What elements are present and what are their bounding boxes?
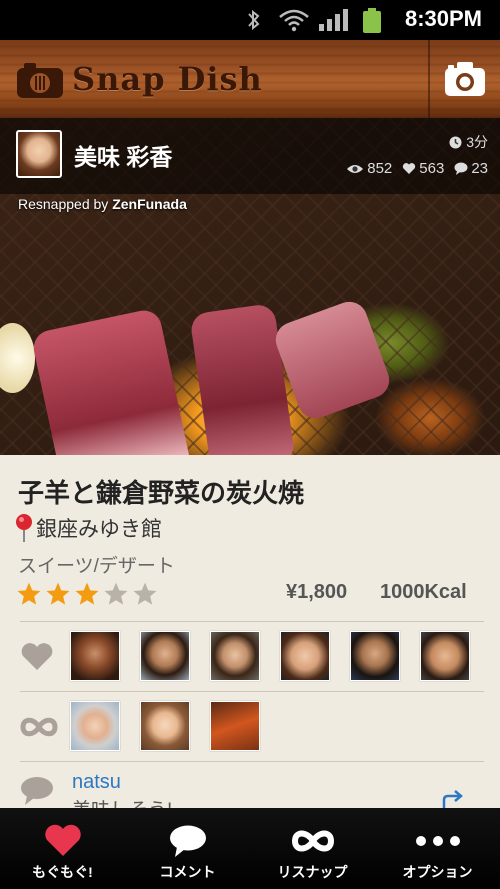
heart-small-icon: [403, 163, 416, 174]
liker-avatar[interactable]: [420, 631, 470, 681]
likers-row: [20, 621, 484, 691]
dish-title: 子羊と鎌倉野菜の炭火焼: [18, 478, 305, 508]
liker-avatar[interactable]: [280, 631, 330, 681]
clock-icon: [449, 136, 462, 148]
resnappers-row: [20, 691, 484, 761]
star-filled-icon: [46, 582, 70, 605]
signal-icon: [319, 9, 348, 31]
dish-place[interactable]: 銀座みゆき館: [14, 513, 162, 543]
star-empty-icon: [133, 582, 157, 605]
tab-options-label: オプション: [402, 864, 473, 880]
comments-stat: 23: [454, 160, 488, 177]
app-title: Snap Dish: [72, 60, 263, 98]
resnapped-prefix: Resnapped by: [18, 196, 109, 212]
camera-button[interactable]: [428, 40, 500, 118]
heart-outline-icon: [21, 643, 53, 670]
battery-icon: [363, 8, 381, 33]
star-empty-icon: [104, 582, 128, 605]
resnapper-avatar[interactable]: [210, 701, 260, 751]
place-name: 銀座みゆき館: [36, 518, 162, 541]
eye-icon: [347, 164, 364, 173]
post-stats: 852 563 23: [346, 160, 488, 177]
liker-avatar[interactable]: [210, 631, 260, 681]
liker-avatar[interactable]: [70, 631, 120, 681]
post-time: 3分: [449, 132, 488, 152]
comment-author[interactable]: natsu: [72, 771, 121, 794]
post-user-bar: 美味 彩香 3分 852 563 23 Resnapped by ZenFuna…: [0, 118, 500, 212]
resnapper-avatar[interactable]: [140, 701, 190, 751]
views-stat: 852: [346, 160, 392, 177]
dish-category: スイーツ/デザート: [18, 556, 175, 577]
infinity-icon: [291, 830, 334, 852]
dish-kcal: 1000Kcal: [380, 581, 467, 603]
likes-count: 563: [419, 160, 445, 177]
star-filled-icon: [75, 582, 99, 605]
status-bar: 8:30PM: [0, 0, 500, 40]
resnapper-avatars: [70, 701, 260, 751]
comment-text: 美味しそう!: [72, 795, 172, 808]
dish-price: ¥1,800: [286, 581, 348, 603]
speech-bubble-icon: [169, 825, 206, 857]
dish-details: 子羊と鎌倉野菜の炭火焼 銀座みゆき館 スイーツ/デザート ¥1,800 1000…: [0, 455, 500, 810]
camera-icon: [445, 62, 485, 96]
speech-bubble-outline-icon: [21, 777, 53, 805]
liker-avatars: [70, 631, 470, 681]
liker-avatar[interactable]: [350, 631, 400, 681]
tab-resnap-label: リスナップ: [277, 864, 348, 880]
liker-avatar[interactable]: [140, 631, 190, 681]
user-name[interactable]: 美味 彩香: [74, 138, 172, 172]
resnapped-user[interactable]: ZenFunada: [112, 196, 187, 212]
rating-stars: [16, 581, 158, 607]
tab-options[interactable]: オプション: [375, 808, 500, 889]
app-header: Snap Dish: [0, 40, 500, 118]
resnapped-by: Resnapped by ZenFunada: [18, 196, 187, 212]
tab-comment[interactable]: コメント: [125, 808, 250, 889]
map-pin-icon: [16, 514, 32, 542]
heart-icon: [44, 824, 81, 856]
status-time: 8:30PM: [404, 6, 482, 31]
views-count: 852: [367, 160, 393, 177]
time-ago-text: 3分: [466, 134, 488, 150]
tab-resnap[interactable]: リスナップ: [250, 808, 375, 889]
tab-mogumogu[interactable]: もぐもぐ!: [0, 808, 125, 889]
tab-mogumogu-label: もぐもぐ!: [32, 864, 93, 880]
bottom-tab-bar: もぐもぐ! コメント リスナップ オプション: [0, 808, 500, 889]
infinity-outline-icon: [20, 717, 58, 737]
bluetooth-icon: [248, 9, 260, 31]
star-filled-icon: [17, 582, 41, 605]
snapdish-logo-icon: [17, 63, 63, 98]
resnapper-avatar[interactable]: [70, 701, 120, 751]
user-avatar[interactable]: [16, 130, 62, 178]
wifi-icon: [279, 9, 309, 32]
comment-small-icon: [454, 162, 468, 175]
more-dots-icon: [415, 836, 460, 846]
likes-stat: 563: [402, 160, 444, 177]
tab-comment-label: コメント: [159, 864, 216, 880]
comments-count: 23: [471, 160, 488, 177]
